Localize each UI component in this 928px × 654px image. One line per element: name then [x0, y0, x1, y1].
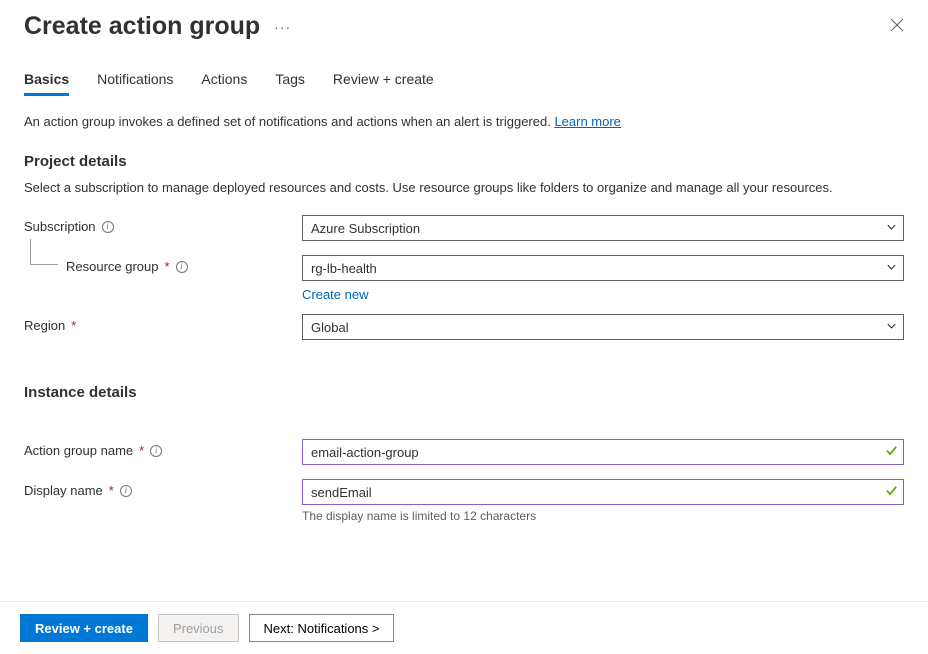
- required-indicator: *: [139, 443, 144, 458]
- display-name-label: Display name: [24, 483, 103, 498]
- action-group-name-label: Action group name: [24, 443, 133, 458]
- tab-notifications[interactable]: Notifications: [97, 71, 173, 96]
- close-icon[interactable]: [890, 18, 904, 35]
- info-icon[interactable]: i: [102, 221, 114, 233]
- indent-line: [30, 239, 58, 265]
- tab-review-create[interactable]: Review + create: [333, 71, 434, 96]
- chevron-down-icon: [886, 320, 897, 335]
- previous-button: Previous: [158, 614, 239, 642]
- project-details-heading: Project details: [24, 153, 904, 170]
- footer: Review + create Previous Next: Notificat…: [0, 601, 928, 654]
- action-group-name-input[interactable]: [302, 439, 904, 465]
- check-icon: [885, 484, 898, 500]
- info-icon[interactable]: i: [150, 445, 162, 457]
- create-new-link[interactable]: Create new: [302, 287, 904, 302]
- chevron-down-icon: [886, 261, 897, 276]
- header: Create action group ···: [24, 12, 904, 41]
- resource-group-select[interactable]: rg-lb-health: [302, 255, 904, 281]
- chevron-down-icon: [886, 221, 897, 236]
- tab-basics[interactable]: Basics: [24, 71, 69, 96]
- tabs: Basics Notifications Actions Tags Review…: [24, 71, 904, 96]
- display-name-input[interactable]: [302, 479, 904, 505]
- subscription-label: Subscription: [24, 219, 96, 234]
- display-name-helper: The display name is limited to 12 charac…: [302, 509, 904, 523]
- intro-text: An action group invokes a defined set of…: [24, 114, 904, 129]
- info-icon[interactable]: i: [176, 261, 188, 273]
- check-icon: [885, 444, 898, 460]
- region-label: Region: [24, 318, 65, 333]
- resource-group-label: Resource group: [66, 259, 159, 274]
- more-actions-icon[interactable]: ···: [274, 19, 291, 35]
- required-indicator: *: [109, 483, 114, 498]
- review-create-button[interactable]: Review + create: [20, 614, 148, 642]
- tab-actions[interactable]: Actions: [201, 71, 247, 96]
- subscription-select[interactable]: Azure Subscription: [302, 215, 904, 241]
- tab-tags[interactable]: Tags: [275, 71, 305, 96]
- page-title: Create action group: [24, 12, 260, 41]
- project-details-desc: Select a subscription to manage deployed…: [24, 180, 904, 195]
- required-indicator: *: [71, 318, 76, 333]
- next-button[interactable]: Next: Notifications >: [249, 614, 395, 642]
- learn-more-link[interactable]: Learn more: [554, 114, 620, 129]
- region-select[interactable]: Global: [302, 314, 904, 340]
- required-indicator: *: [165, 259, 170, 274]
- info-icon[interactable]: i: [120, 485, 132, 497]
- instance-details-heading: Instance details: [24, 384, 904, 401]
